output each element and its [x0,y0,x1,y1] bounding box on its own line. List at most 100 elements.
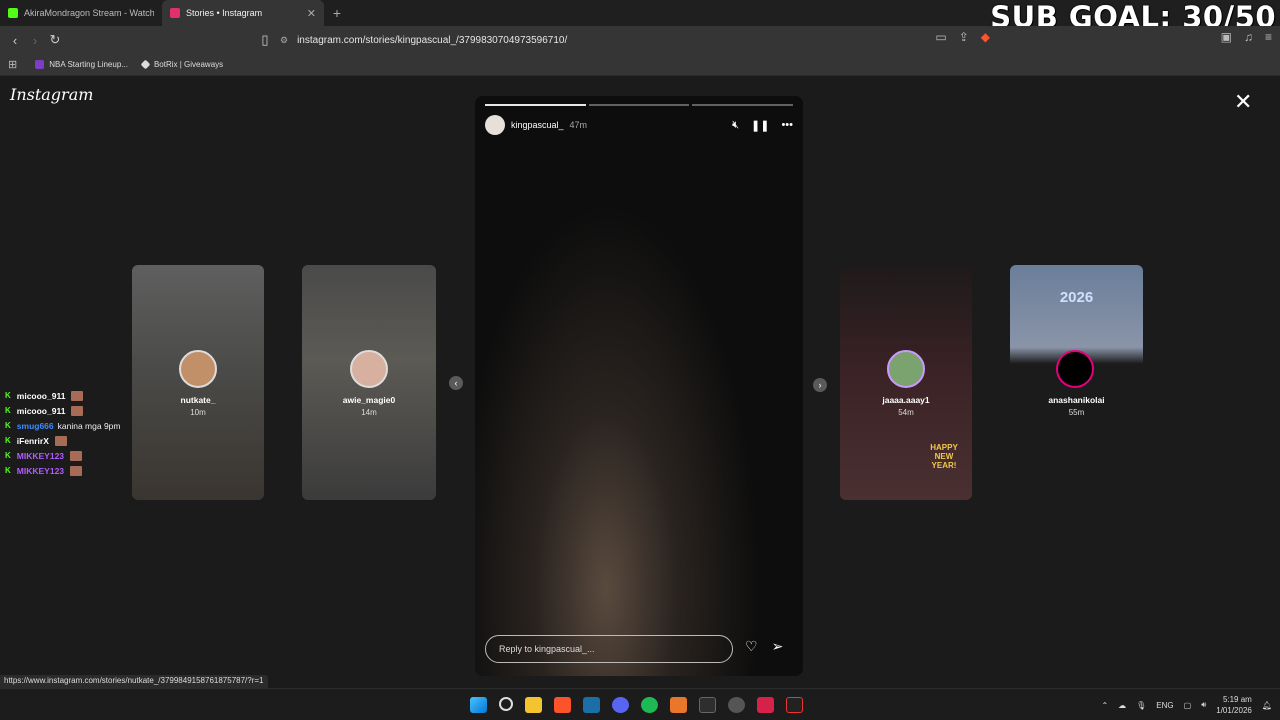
windows-start-icon[interactable] [470,697,487,713]
taskbar-apps [470,697,803,713]
sidebar-icon[interactable]: ▣ [1221,30,1232,44]
progress-segment [588,104,690,106]
new-tab-button[interactable]: + [324,5,350,21]
story-username[interactable]: kingpascual_ [511,120,564,130]
chat-message: Kmicooo_911 [5,388,120,403]
url-actions: ▭ ⇪ ◆ [935,30,990,44]
mute-icon[interactable]: 🔇︎ [732,119,739,132]
spotify-icon[interactable] [641,697,658,713]
chrome-icon[interactable] [728,697,745,713]
preview-time: 10m [190,408,206,417]
kick-icon: K [5,391,11,400]
microphone-icon[interactable]: 🎙︎ [1136,701,1146,710]
chat-message: KiFenrirX [5,433,120,448]
app-icon[interactable] [757,697,774,713]
app-icon[interactable] [786,697,803,713]
like-heart-icon[interactable]: ♡ [745,638,758,655]
kick-icon: K [5,466,11,475]
story-preview-jaaaa-aaay1[interactable]: jaaaa.aaay1 54m HAPPY NEW YEAR! [840,265,972,500]
windows-taskbar: ⌃ ☁ 🎙︎ ENG ▢ 🔊︎ 5:19 am 1/01/2026 🔔︎ [0,688,1280,720]
reply-input[interactable]: Reply to kingpascual_... [485,635,733,663]
search-icon[interactable] [499,697,513,711]
terminal-icon[interactable] [699,697,716,713]
kick-icon: K [5,451,11,460]
file-explorer-icon[interactable] [525,697,542,713]
instagram-stories-viewer: Instagram ✕ nutkate_ 10m awie_magie0 14m… [0,76,1280,688]
chat-username: smug666 [16,420,54,431]
emote-icon [71,405,84,416]
more-options-icon[interactable]: ••• [781,119,793,132]
apps-grid-icon[interactable]: ⊞ [8,58,17,71]
bookmark-nba[interactable]: NBA Starting Lineup... [35,60,128,69]
chat-username: iFenrirX [16,435,49,446]
emote-icon [54,435,67,446]
address-bar: ‹ › ↻ ▯ ⚙ instagram.com/stories/kingpasc… [0,26,1280,54]
chat-username: MIKKEY123 [16,450,65,461]
story-preview-awie-magie0[interactable]: awie_magie0 14m [302,265,436,500]
tab-instagram-stories[interactable]: Stories • Instagram ✕ [162,0,324,26]
brave-shield-icon[interactable]: ◆ [981,30,990,44]
emote-icon [70,450,83,461]
network-icon[interactable]: ▢ [1184,701,1192,710]
system-tray: ⌃ ☁ 🎙︎ ENG ▢ 🔊︎ 5:19 am 1/01/2026 🔔︎ [1101,694,1272,716]
tab-title: Stories • Instagram [186,8,263,18]
emote-icon [71,390,84,401]
pause-icon[interactable]: ❚❚ [751,119,769,132]
chat-username: micooo_911 [16,390,66,401]
tab-kick-stream[interactable]: AkiraMondragon Stream - Watch Live [0,0,162,26]
avatar [887,350,925,388]
tab-title: AkiraMondragon Stream - Watch Live [24,8,154,18]
preview-time: 55m [1068,408,1085,417]
happy-new-year-sticker: HAPPY NEW YEAR! [930,443,958,470]
app-icon[interactable] [670,697,687,713]
share-icon[interactable]: ⇪ [959,30,969,44]
preview-time: 14m [361,408,377,417]
kick-icon: K [5,436,11,445]
preview-username: jaaaa.aaay1 [882,395,930,405]
bookmark-label: NBA Starting Lineup... [49,60,128,69]
story-time: 47m [569,120,588,130]
avatar [350,350,388,388]
notification-icon[interactable]: 🔔︎ [1262,701,1272,710]
media-icon[interactable]: ♫ [1244,30,1253,44]
chat-text: kanina mga 9pm [57,420,121,431]
back-icon[interactable]: ‹ [5,33,25,48]
story-controls: 🔇︎ ❚❚ ••• [732,119,793,132]
chevron-up-icon[interactable]: ⌃ [1101,701,1108,710]
discord-icon[interactable] [612,697,629,713]
chat-username: MIKKEY123 [16,465,65,476]
cloud-icon[interactable]: ☁ [1118,701,1126,710]
avatar [179,350,217,388]
chat-message: K MIKKEY123 [5,463,120,478]
progress-segment [485,104,586,106]
volume-icon[interactable]: 🔊︎ [1201,700,1206,710]
menu-icon[interactable]: ≡ [1265,30,1272,44]
bookmark-botrix[interactable]: BotRix | Giveaways [140,59,224,70]
story-preview-nutkate[interactable]: nutkate_ 10m [132,265,264,500]
language-indicator[interactable]: ENG [1156,701,1173,710]
year-banner: 2026 [1059,289,1094,306]
bookmark-icon[interactable]: ▯ [255,32,275,48]
next-story-icon[interactable]: › [813,378,827,392]
story-actions: ♡ ➢ [745,638,783,655]
story-preview-anashanikolai[interactable]: 2026 anashanikolai 55m [1010,265,1143,500]
previous-story-icon[interactable]: ‹ [449,376,463,390]
instagram-logo[interactable]: Instagram [10,85,93,104]
close-stories-icon[interactable]: ✕ [1234,89,1252,115]
active-story[interactable]: kingpascual_ 47m 🔇︎ ❚❚ ••• Reply to king… [475,96,803,676]
clock[interactable]: 5:19 am 1/01/2026 [1216,694,1252,716]
site-info-icon[interactable]: ⚙ [280,35,288,46]
steam-icon[interactable] [583,697,600,713]
brave-browser-icon[interactable] [554,697,571,713]
url-field[interactable]: ⚙ instagram.com/stories/kingpascual_/379… [280,29,1000,51]
bookmark-label: BotRix | Giveaways [153,60,224,69]
close-tab-icon[interactable]: ✕ [307,7,316,20]
avatar[interactable] [485,115,505,135]
reload-icon[interactable]: ↻ [45,32,65,48]
story-progress [485,104,794,106]
send-icon[interactable]: ➢ [772,638,784,655]
cast-icon[interactable]: ▭ [935,30,946,44]
nba-icon [35,60,45,69]
forward-icon[interactable]: › [25,33,45,48]
url-text: instagram.com/stories/kingpascual_/37998… [297,34,568,46]
